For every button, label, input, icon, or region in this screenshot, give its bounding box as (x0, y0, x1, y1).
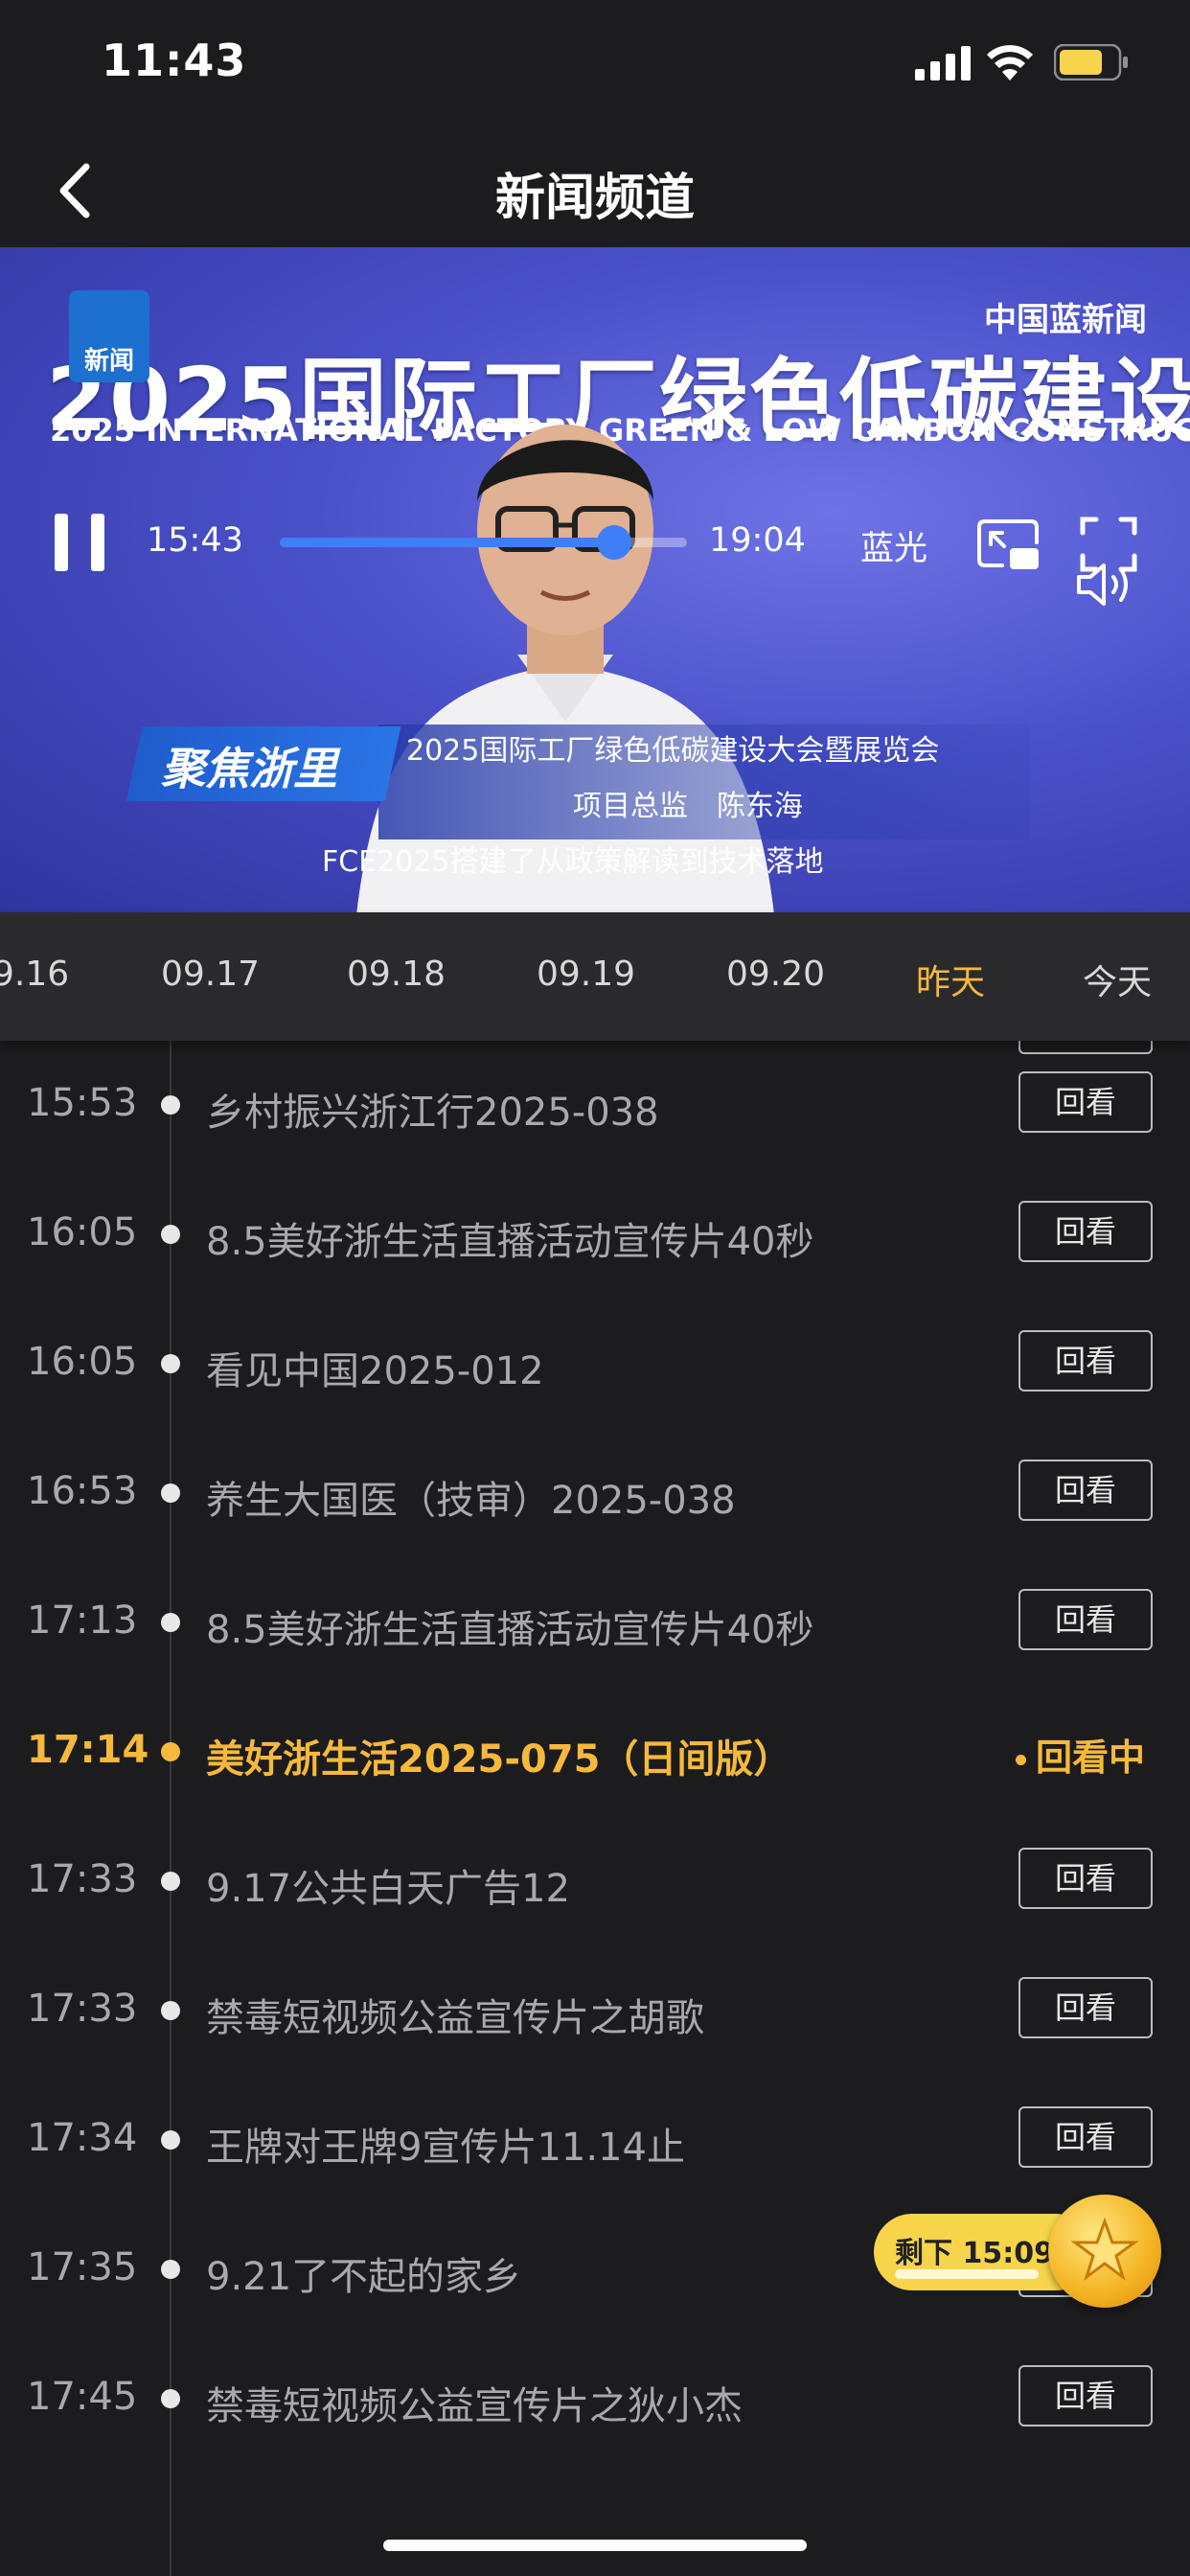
cellular-signal-icon (915, 46, 971, 80)
schedule-row[interactable]: 17:33 禁毒短视频公益宣传片之胡歌 回看 (0, 1946, 1190, 2075)
date-tab[interactable]: 09.19 (537, 954, 635, 994)
schedule-row[interactable]: 15:53 乡村振兴浙江行2025-038 回看 (0, 1041, 1190, 1169)
timeline-dot (161, 2001, 180, 2020)
home-indicator[interactable] (383, 2540, 807, 2551)
news-logo: 中国蓝新闻 (984, 301, 1147, 339)
program-time: 15:53 (27, 1081, 138, 1125)
picture-in-picture-icon[interactable] (975, 516, 1042, 573)
star-coin-icon (1048, 2195, 1161, 2308)
program-time: 16:05 (27, 1210, 138, 1254)
program-title: 美好浙生活2025-075（日间版） (206, 1737, 792, 1782)
program-time: 17:33 (27, 1857, 138, 1901)
pause-bar-left (55, 514, 68, 571)
reward-timer-label: 剩下 15:09 (895, 2237, 1054, 2270)
schedule-row[interactable]: 17:14 美好浙生活2025-075（日间版） 回看中 (0, 1688, 1190, 1816)
station-logo: 新闻 (69, 290, 149, 382)
reward-progress-track (895, 2269, 1039, 2279)
status-bar: 11:43 (0, 0, 1190, 134)
total-time: 19:04 (709, 521, 806, 560)
quality-selector[interactable]: 蓝光 (860, 521, 927, 570)
now-watching-label: 回看中 (1036, 1736, 1146, 1779)
now-watching-dot (1016, 1755, 1026, 1765)
replay-button[interactable]: 回看 (1018, 2106, 1153, 2168)
timeline-dot (161, 2130, 180, 2150)
program-title: 养生大国医（技审）2025-038 (206, 1479, 736, 1523)
program-time: 17:14 (27, 1728, 149, 1772)
station-logo-text: 新闻 (83, 347, 134, 376)
timeline-dot (161, 2389, 180, 2408)
timeline-dot (161, 1484, 180, 1503)
program-time: 17:13 (27, 1598, 138, 1643)
schedule-row[interactable]: 17:34 王牌对王牌9宣传片11.14止 回看 (0, 2076, 1190, 2204)
current-time: 15:43 (147, 521, 243, 560)
replay-button[interactable]: 回看 (1018, 1071, 1153, 1133)
schedule-row[interactable]: 17:45 禁毒短视频公益宣传片之狄小杰 回看 (0, 2334, 1190, 2463)
timeline-dot (161, 1354, 180, 1373)
timeline-dot (161, 1225, 180, 1244)
program-title: 王牌对王牌9宣传片11.14止 (206, 2126, 685, 2170)
timeline-dot (161, 1095, 180, 1115)
pause-button[interactable] (53, 514, 106, 571)
date-tab[interactable]: 今天 (1083, 954, 1152, 1004)
replay-button[interactable]: 回看 (1018, 1330, 1153, 1392)
progress-knob[interactable] (596, 525, 631, 560)
program-time: 16:05 (27, 1340, 138, 1384)
program-time: 17:35 (27, 2245, 138, 2289)
program-title: 8.5美好浙生活直播活动宣传片40秒 (206, 1220, 814, 1264)
program-title: 9.21了不起的家乡 (206, 2255, 522, 2299)
program-schedule[interactable]: 回看 15:53 乡村振兴浙江行2025-038 回看 16:05 8.5美好浙生活直播… (0, 1041, 1190, 2576)
replay-button[interactable]: 回看 (1018, 2365, 1153, 2426)
schedule-row[interactable]: 16:05 8.5美好浙生活直播活动宣传片40秒 回看 (0, 1170, 1190, 1299)
date-tab[interactable]: 09.17 (161, 954, 260, 994)
date-tabs: 9.16 09.17 09.18 09.19 09.20 昨天 今天 (0, 912, 1190, 1041)
video-player[interactable]: 2025国际工厂绿色低碳建设大会暨展览会 2025 INTERNATIONAL … (0, 247, 1190, 912)
caption-person: 项目总监 陈东海 (573, 790, 803, 823)
program-title: 禁毒短视频公益宣传片之狄小杰 (206, 2384, 743, 2428)
replay-button[interactable]: 回看 (1018, 1848, 1153, 1909)
fullscreen-icon[interactable] (1079, 516, 1138, 573)
program-title: 乡村振兴浙江行2025-038 (206, 1091, 659, 1135)
nav-bar: 新闻频道 (0, 134, 1190, 247)
date-tab[interactable]: 9.16 (0, 954, 69, 994)
replay-button[interactable]: 回看 (1018, 1201, 1153, 1262)
timeline-dot (161, 1613, 180, 1632)
program-time: 17:33 (27, 1987, 138, 2031)
battery-icon (1054, 44, 1128, 80)
now-watching-indicator: 回看中 (1016, 1728, 1145, 1781)
timeline-dot (161, 1872, 180, 1891)
program-time: 16:53 (27, 1469, 138, 1513)
timeline-dot (161, 1742, 180, 1761)
program-title: 禁毒短视频公益宣传片之胡歌 (206, 1996, 704, 2040)
program-time: 17:45 (27, 2375, 138, 2419)
program-tag: 聚焦浙里 (161, 743, 337, 794)
date-tab[interactable]: 09.18 (347, 954, 446, 994)
replay-button[interactable]: 回看 (1018, 1977, 1153, 2038)
date-tab[interactable]: 昨天 (916, 954, 985, 1004)
progress-fill (280, 538, 614, 547)
replay-button[interactable]: 回看 (1018, 1589, 1153, 1650)
wifi-icon (987, 45, 1033, 80)
pause-bar-right (91, 514, 104, 571)
reward-timer-widget[interactable]: 剩下 15:09 (874, 2195, 1161, 2312)
schedule-row[interactable]: 17:33 9.17公共白天广告12 回看 (0, 1817, 1190, 1945)
video-subtitle: FCE2025搭建了从政策解读到技术落地 (322, 845, 824, 879)
page-title: 新闻频道 (494, 169, 695, 227)
progress-slider[interactable] (280, 525, 687, 560)
replay-button[interactable]: 回看 (1018, 1460, 1153, 1521)
program-title: 8.5美好浙生活直播活动宣传片40秒 (206, 1608, 814, 1652)
schedule-row[interactable]: 16:53 养生大国医（技审）2025-038 回看 (0, 1429, 1190, 1557)
program-title: 9.17公共白天广告12 (206, 1867, 570, 1911)
date-tab[interactable]: 09.20 (726, 954, 825, 994)
schedule-row[interactable]: 17:13 8.5美好浙生活直播活动宣传片40秒 回看 (0, 1558, 1190, 1687)
program-title: 看见中国2025-012 (206, 1349, 544, 1393)
timeline-dot (161, 2260, 180, 2279)
caption-event: 2025国际工厂绿色低碳建设大会暨展览会 (406, 734, 940, 768)
schedule-row[interactable]: 16:05 看见中国2025-012 回看 (0, 1300, 1190, 1428)
program-time: 17:34 (27, 2116, 138, 2160)
status-time: 11:43 (102, 34, 247, 86)
